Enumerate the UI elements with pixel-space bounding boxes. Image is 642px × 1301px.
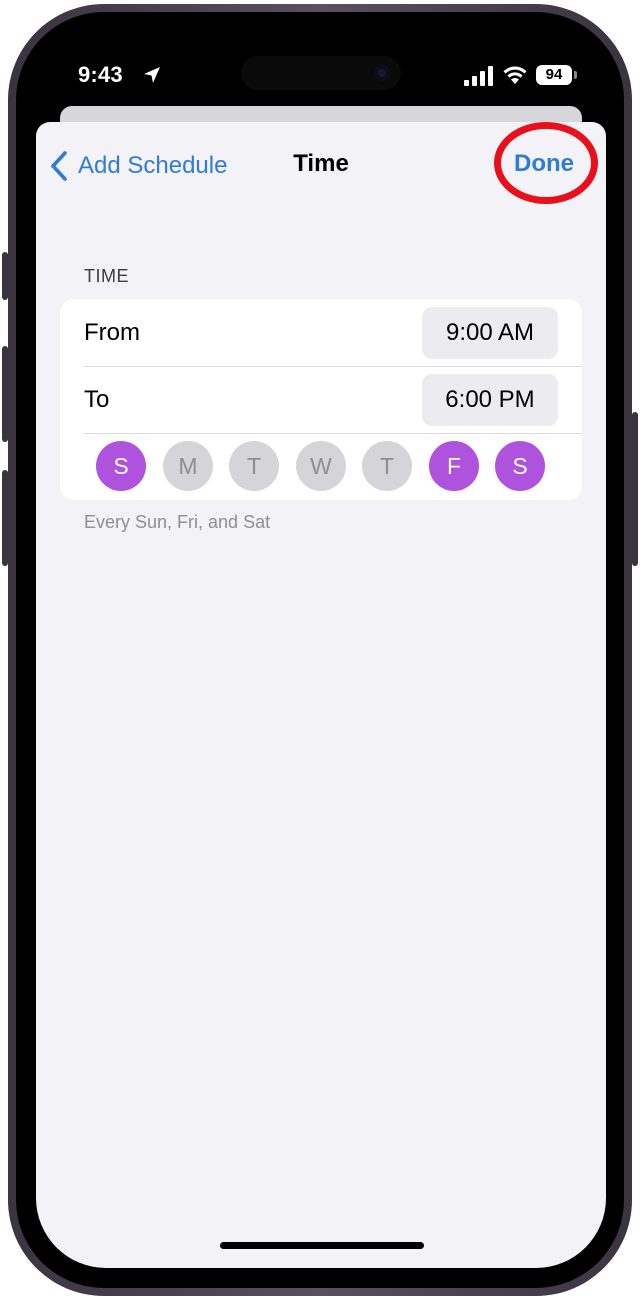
- signal-icon: [464, 66, 493, 86]
- to-label: To: [84, 386, 110, 413]
- from-time-picker[interactable]: 9:00 AM: [422, 307, 558, 359]
- screen: 9:43 94 Add Schedule Time Done TIME From…: [36, 32, 606, 1268]
- time-sheet: Add Schedule Time Done TIME From 9:00 AM…: [36, 122, 606, 1268]
- to-row: To 6:00 PM: [60, 366, 582, 433]
- day-toggle-monday[interactable]: M: [163, 441, 213, 491]
- volume-up-button: [2, 346, 8, 442]
- location-icon: [144, 67, 160, 83]
- navigation-bar: Add Schedule Time Done: [36, 122, 606, 208]
- volume-down-button: [2, 470, 8, 566]
- day-toggle-friday[interactable]: F: [429, 441, 479, 491]
- to-time-picker[interactable]: 6:00 PM: [422, 374, 558, 426]
- days-row: S M T W T F S: [60, 433, 582, 500]
- battery-icon: 94: [536, 65, 572, 85]
- status-time: 9:43: [78, 62, 123, 87]
- from-label: From: [84, 319, 140, 346]
- day-toggle-saturday[interactable]: S: [495, 441, 545, 491]
- power-button: [632, 412, 638, 566]
- schedule-summary: Every Sun, Fri, and Sat: [84, 512, 271, 532]
- action-button: [2, 252, 8, 300]
- home-indicator[interactable]: [220, 1242, 424, 1249]
- done-button[interactable]: Done: [514, 150, 574, 178]
- from-row: From 9:00 AM: [60, 299, 582, 366]
- day-toggle-wednesday[interactable]: W: [296, 441, 346, 491]
- time-settings-group: From 9:00 AM To 6:00 PM S M T W T F S: [60, 299, 582, 500]
- chevron-left-icon: [51, 151, 67, 181]
- wifi-icon: [503, 66, 527, 84]
- back-button[interactable]: Add Schedule: [48, 146, 227, 186]
- back-button-label: Add Schedule: [78, 152, 228, 179]
- day-toggle-sunday[interactable]: S: [96, 441, 146, 491]
- camera-icon: [374, 65, 390, 81]
- day-toggle-tuesday[interactable]: T: [229, 441, 279, 491]
- section-header: TIME: [84, 266, 129, 286]
- day-toggle-thursday[interactable]: T: [362, 441, 412, 491]
- battery-tip: [574, 71, 577, 79]
